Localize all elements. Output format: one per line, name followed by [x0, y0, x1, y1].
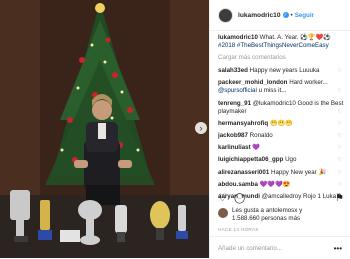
- comment-text: Ronaldo: [249, 131, 273, 139]
- comment-item: salah33ed Happy new years Luuuka ♡: [218, 67, 346, 75]
- comment-text: @amcalledroy Rojo 1 Luka 0: [261, 192, 342, 200]
- comment-username[interactable]: salah33ed: [218, 67, 248, 74]
- photo-illustration: [0, 0, 209, 258]
- comment-text: Hard worker...: [289, 79, 328, 87]
- verified-badge-icon: ✓: [282, 12, 289, 18]
- comment-username[interactable]: tenreng_91: [218, 100, 251, 107]
- separator-dot: •: [290, 11, 293, 19]
- comment-text: 💜💜💜😍: [259, 180, 291, 188]
- comment-item: luigichiappetta06_gpp Ugo ♡: [218, 156, 346, 164]
- post-sidebar: lukamodric10 ✓ • Seguir lukamodric10 Wha…: [209, 0, 350, 258]
- comment-item: karlinuliast 💜 ♡: [218, 144, 346, 152]
- likes-summary: Les gusta a antolemosx y 1.588.660 perso…: [218, 207, 302, 222]
- caption: lukamodric10 What. A. Year. ⚽🏆❤️⚽ #2018 …: [218, 34, 346, 50]
- comment-text-continued: u miss it...: [258, 87, 287, 95]
- comment-item: hermansyahrofiq 😬😬😬 ♡: [218, 120, 346, 128]
- caption-hashtags[interactable]: #2018 #TheBestThingsNeverComeEasy: [218, 42, 329, 49]
- bookmark-icon[interactable]: ⚑: [335, 193, 344, 204]
- post-timestamp[interactable]: HACE 13 HORAS: [218, 227, 259, 232]
- like-heart-icon[interactable]: ♡: [338, 132, 342, 140]
- comment-text: 😬😬😬: [269, 119, 294, 127]
- comment-text: Happy new years Luuuka: [249, 67, 320, 75]
- post-photo[interactable]: ›: [0, 0, 209, 258]
- like-heart-icon[interactable]: ♡: [338, 156, 342, 164]
- post-header: lukamodric10 ✓ • Seguir: [210, 0, 350, 31]
- comment-text: Ugo: [285, 156, 297, 164]
- likes-line-1[interactable]: Les gusta a antolemosx y: [232, 207, 302, 215]
- comment-username[interactable]: karlinuliast: [218, 144, 251, 151]
- add-comment-input[interactable]: Añade un comentario...: [210, 236, 350, 259]
- heart-icon[interactable]: ♡: [218, 193, 227, 204]
- comment-item: alirezanasseri001 Happy New year 🎉 ♡: [218, 169, 346, 177]
- liker-avatar[interactable]: [218, 208, 228, 218]
- comment-text: Happy New year 🎉: [271, 168, 327, 176]
- caption-username[interactable]: lukamodric10: [218, 34, 258, 41]
- like-heart-icon[interactable]: ♡: [338, 87, 342, 95]
- comments-list: lukamodric10 What. A. Year. ⚽🏆❤️⚽ #2018 …: [218, 34, 346, 205]
- comment-item: packeer_mohid_london Hard worker... @spu…: [218, 79, 346, 95]
- comment-item: abdou.samba 💜💜💜😍 ♡: [218, 181, 346, 189]
- comment-mention[interactable]: @spursofficial: [218, 87, 257, 94]
- like-heart-icon[interactable]: ♡: [338, 120, 342, 128]
- likes-line-2[interactable]: 1.588.660 personas más: [232, 215, 302, 223]
- post-username[interactable]: lukamodric10: [238, 12, 281, 19]
- comment-username[interactable]: alirezanasseri001: [218, 169, 269, 176]
- like-heart-icon[interactable]: ♡: [338, 169, 342, 177]
- comment-username[interactable]: packeer_mohid_london: [218, 79, 287, 86]
- comment-item: jackob987 Ronaldo ♡: [218, 132, 346, 140]
- load-more-comments-link[interactable]: Cargar más comentarios: [218, 54, 346, 62]
- like-heart-icon[interactable]: ♡: [338, 108, 342, 116]
- next-photo-button[interactable]: ›: [195, 122, 207, 134]
- comment-username[interactable]: jackob987: [218, 132, 248, 139]
- comment-username[interactable]: hermansyahrofiq: [218, 120, 268, 127]
- like-heart-icon[interactable]: ♡: [338, 144, 342, 152]
- comment-item: tenreng_91 @lukamodric10 Good is the Bes…: [218, 100, 346, 116]
- comment-text: 💜: [252, 144, 261, 152]
- caption-text: What. A. Year. ⚽🏆❤️⚽: [259, 34, 332, 41]
- ellipsis-icon[interactable]: •••: [334, 244, 342, 253]
- avatar[interactable]: [218, 7, 233, 23]
- follow-button[interactable]: Seguir: [295, 12, 314, 19]
- like-heart-icon[interactable]: ♡: [338, 181, 342, 189]
- comment-username[interactable]: abdou.samba: [218, 181, 258, 188]
- like-heart-icon[interactable]: ♡: [338, 67, 342, 75]
- instagram-post: › lukamodric10 ✓ • Seguir lukamodric10 W…: [0, 0, 350, 258]
- comment-username[interactable]: luigichiappetta06_gpp: [218, 156, 283, 163]
- post-actions: ♡ ◯: [218, 193, 245, 204]
- comment-bubble-icon[interactable]: ◯: [234, 193, 245, 204]
